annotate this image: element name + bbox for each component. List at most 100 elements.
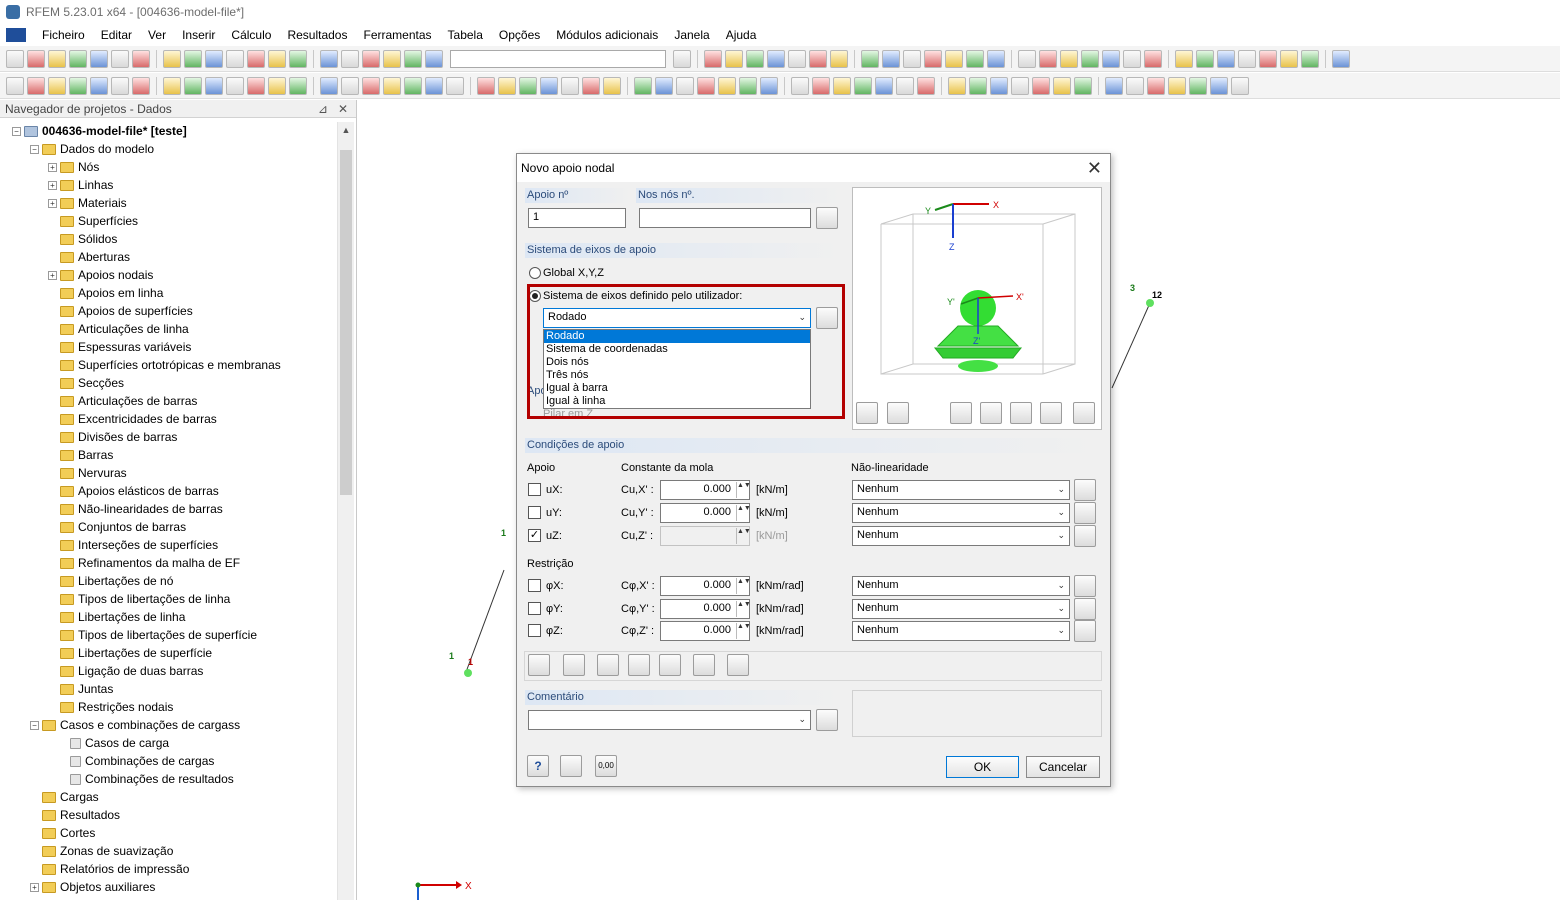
toolbar-tool-icon[interactable] — [519, 76, 537, 95]
tree-item[interactable]: Combinações de resultados — [0, 770, 337, 788]
nonlinearity-edit-icon[interactable] — [1074, 525, 1096, 547]
toolbar-tool-icon[interactable] — [882, 49, 900, 68]
toolbar-tool-icon[interactable] — [268, 76, 286, 95]
toolbar-tool-icon[interactable] — [1189, 76, 1207, 95]
on-nodes-input[interactable] — [639, 208, 811, 228]
toolbar-tool-icon[interactable] — [268, 49, 286, 68]
toolbar-tool-icon[interactable] — [1018, 49, 1036, 68]
toolbar-tool-icon[interactable] — [6, 76, 24, 95]
toolbar-tool-icon[interactable] — [725, 49, 743, 68]
toolbar-tool-icon[interactable] — [425, 76, 443, 95]
toolbar-tool-icon[interactable] — [875, 76, 893, 95]
toolbar-tool-icon[interactable] — [1102, 49, 1120, 68]
tree-item[interactable]: Cortes — [0, 824, 337, 842]
menu-item[interactable]: Ficheiro — [34, 28, 93, 42]
dof-checkbox[interactable] — [528, 579, 541, 592]
tree-item[interactable]: − Casos e combinações de cargass — [0, 716, 337, 734]
support-hinged-icon[interactable] — [528, 654, 550, 676]
spinner-arrows-icon[interactable]: ▲▼ — [736, 505, 751, 521]
tree-item[interactable]: Libertações de linha — [0, 608, 337, 626]
toolbar-tool-icon[interactable] — [917, 76, 935, 95]
menu-item[interactable]: Ajuda — [718, 28, 765, 42]
nonlinearity-select[interactable]: Nenhum ⌄ — [852, 480, 1070, 500]
toolbar-tool-icon[interactable] — [498, 76, 516, 95]
support-roller-x-icon[interactable] — [628, 654, 650, 676]
toolbar-tool-icon[interactable] — [404, 76, 422, 95]
toolbar-tool-icon[interactable] — [477, 76, 495, 95]
expand-icon[interactable]: + — [48, 198, 57, 208]
expand-icon[interactable]: + — [30, 882, 39, 892]
toolbar-tool-icon[interactable] — [132, 49, 150, 68]
tree-item[interactable]: Ligação de duas barras — [0, 662, 337, 680]
toolbar-tool-icon[interactable] — [739, 76, 757, 95]
toolbar-tool-icon[interactable] — [320, 76, 338, 95]
nonlinearity-select[interactable]: Nenhum ⌄ — [852, 576, 1070, 596]
toolbar-tool-icon[interactable] — [6, 49, 24, 68]
toolbar-tool-icon[interactable] — [1196, 49, 1214, 68]
toolbar-tool-icon[interactable] — [362, 49, 380, 68]
toolbar-tool-icon[interactable] — [1074, 76, 1092, 95]
scroll-up-icon[interactable]: ▲ — [338, 122, 354, 139]
nonlinearity-select[interactable]: Nenhum ⌄ — [852, 621, 1070, 641]
tree-item[interactable]: Aberturas — [0, 248, 337, 266]
tree-item[interactable]: Libertações de nó — [0, 572, 337, 590]
dof-checkbox[interactable] — [528, 624, 541, 637]
tree-item[interactable]: Nervuras — [0, 464, 337, 482]
menu-item[interactable]: Cálculo — [223, 28, 279, 42]
spinner-arrows-icon[interactable]: ▲▼ — [736, 528, 751, 544]
toolbar-tool-icon[interactable] — [1259, 49, 1277, 68]
toolbar-tool-icon[interactable] — [718, 76, 736, 95]
spinner-arrows-icon[interactable]: ▲▼ — [736, 600, 751, 617]
calculator-icon[interactable]: 0,00 — [595, 755, 617, 777]
edit-notes-icon[interactable] — [560, 755, 582, 777]
dof-checkbox[interactable] — [528, 506, 541, 519]
toolbar-tool-icon[interactable] — [655, 76, 673, 95]
toolbar-tool-icon[interactable] — [27, 49, 45, 68]
toolbar-tool-icon[interactable] — [1168, 76, 1186, 95]
toolbar-tool-icon[interactable] — [969, 76, 987, 95]
tree-item[interactable]: Tipos de libertações de linha — [0, 590, 337, 608]
support-free-icon[interactable] — [727, 654, 749, 676]
nonlinearity-select[interactable]: Nenhum ⌄ — [852, 598, 1070, 619]
nonlinearity-select[interactable]: Nenhum ⌄ — [852, 526, 1070, 546]
toolbar-tool-icon[interactable] — [1053, 76, 1071, 95]
expand-icon[interactable]: − — [12, 126, 21, 136]
toolbar-tool-icon[interactable] — [289, 49, 307, 68]
toolbar-tool-icon[interactable] — [425, 49, 443, 68]
toolbar-tool-icon[interactable] — [1126, 76, 1144, 95]
support-roller-y-icon[interactable] — [659, 654, 681, 676]
tree-item[interactable]: Superfícies — [0, 212, 337, 230]
toolbar-tool-icon[interactable] — [809, 49, 827, 68]
toolbar-tool-icon[interactable] — [746, 49, 764, 68]
toolbar-tool-icon[interactable] — [1217, 49, 1235, 68]
nonlinearity-edit-icon[interactable] — [1074, 620, 1096, 642]
menu-item[interactable]: Janela — [666, 28, 717, 42]
toolbar-tool-icon[interactable] — [132, 76, 150, 95]
toolbar-tool-icon[interactable] — [320, 49, 338, 68]
toolbar-tool-icon[interactable] — [184, 76, 202, 95]
toolbar-tool-icon[interactable] — [1060, 49, 1078, 68]
tree-item[interactable]: Espessuras variáveis — [0, 338, 337, 356]
nonlinearity-edit-icon[interactable] — [1074, 597, 1096, 620]
toolbar-tool-icon[interactable] — [289, 76, 307, 95]
toolbar-tool-icon[interactable] — [903, 49, 921, 68]
view-x-icon[interactable] — [950, 402, 972, 424]
toolbar-tool-icon[interactable] — [1105, 76, 1123, 95]
expand-icon[interactable]: − — [30, 720, 39, 730]
toolbar-tool-icon[interactable] — [111, 49, 129, 68]
toolbar-tool-icon[interactable] — [760, 76, 778, 95]
support-fixed-icon[interactable] — [563, 654, 585, 676]
toolbar-tool-icon[interactable] — [205, 49, 223, 68]
toolbar-tool-icon[interactable] — [582, 76, 600, 95]
toolbar-tool-icon[interactable] — [247, 76, 265, 95]
toolbar-tool-icon[interactable] — [247, 49, 265, 68]
dof-checkbox[interactable]: ✓ — [528, 529, 541, 542]
toolbar-tool-icon[interactable] — [676, 76, 694, 95]
toolbar-tool-icon[interactable] — [184, 49, 202, 68]
toolbar-tool-icon[interactable] — [634, 76, 652, 95]
toolbar-tool-icon[interactable] — [1032, 76, 1050, 95]
tree-item[interactable]: + Materiais — [0, 194, 337, 212]
tree-item[interactable]: Juntas — [0, 680, 337, 698]
support-wall-icon[interactable] — [693, 654, 715, 676]
toolbar-tool-icon[interactable] — [791, 76, 809, 95]
